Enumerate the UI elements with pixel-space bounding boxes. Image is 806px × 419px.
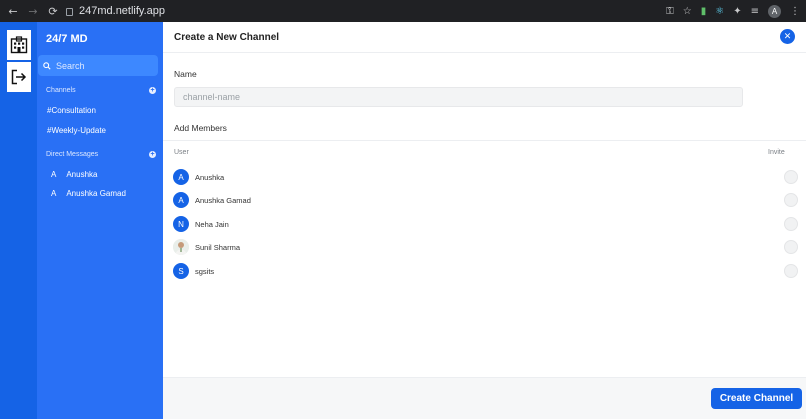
invite-toggle[interactable]: [784, 170, 798, 184]
panel-header: Create a New Channel: [163, 22, 806, 53]
person-photo-icon: [173, 239, 189, 255]
member-row-anushka: A Anushka: [173, 168, 798, 186]
dm-heading: Direct Messages: [46, 151, 99, 158]
sidebar-dm-anushka[interactable]: A Anushka: [51, 170, 97, 179]
left-rail: [0, 22, 37, 419]
back-icon[interactable]: ←: [6, 5, 20, 18]
forward-icon[interactable]: →: [26, 5, 40, 18]
member-row-neha-jain: N Neha Jain: [173, 215, 798, 233]
avatar: A: [173, 169, 189, 185]
sidebar-channel-consultation[interactable]: #Consultation: [47, 106, 96, 115]
user-name: Anushka Gamad: [195, 195, 251, 205]
add-members-label: Add Members: [174, 123, 227, 133]
create-channel-panel: Create a New Channel ✕ Name Add Members …: [163, 22, 806, 419]
user-column-header: User: [174, 149, 189, 156]
browser-actions: ⚿ ☆ ▮ ⚛ ✦ ≡ A ⋮: [666, 0, 800, 22]
channel-name-input[interactable]: [174, 87, 743, 107]
add-channel-icon[interactable]: +: [149, 87, 156, 94]
logout-button[interactable]: [7, 62, 31, 92]
name-label: Name: [174, 69, 197, 79]
add-dm-icon[interactable]: +: [149, 151, 156, 158]
browser-nav: ← → ⟳: [0, 5, 60, 18]
member-row-sgsits: S sgsits: [173, 262, 798, 280]
star-icon[interactable]: ☆: [683, 6, 692, 17]
invite-toggle[interactable]: [784, 193, 798, 207]
search-icon: [43, 61, 51, 70]
member-row-anushka-gamad: A Anushka Gamad: [173, 191, 798, 209]
sidebar: 24/7 MD Search Channels + #Consultation …: [37, 22, 163, 419]
invite-toggle[interactable]: [784, 217, 798, 231]
key-icon[interactable]: ⚿: [666, 6, 674, 17]
sidebar-channel-weekly-update[interactable]: #Weekly-Update: [47, 126, 106, 135]
avatar: S: [173, 263, 189, 279]
page-title: Create a New Channel: [174, 31, 280, 43]
lock-icon: [66, 8, 73, 16]
profile-avatar[interactable]: A: [768, 4, 781, 18]
create-channel-button[interactable]: Create Channel: [711, 388, 802, 409]
extension-icon[interactable]: ▮: [701, 6, 707, 17]
panel-footer: Create Channel: [163, 377, 806, 419]
invite-column-header: Invite: [768, 149, 785, 156]
avatar-photo: [173, 239, 189, 255]
user-name: Anushka: [195, 172, 225, 182]
dm-name: Anushka Gamad: [66, 189, 126, 198]
search-box[interactable]: Search: [38, 55, 158, 76]
close-icon: ✕: [783, 31, 792, 42]
dm-initial: A: [51, 189, 57, 198]
invite-toggle[interactable]: [784, 264, 798, 278]
avatar: N: [173, 216, 189, 232]
address-bar[interactable]: 247md.netlify.app: [66, 5, 165, 17]
avatar: A: [173, 192, 189, 208]
channels-heading: Channels: [46, 87, 76, 94]
menu-kebab-icon[interactable]: ⋮: [790, 6, 800, 17]
app-brand: 24/7 MD: [46, 33, 88, 45]
react-devtools-icon[interactable]: ⚛: [715, 6, 724, 17]
dm-initial: A: [51, 170, 57, 179]
dm-section-header: Direct Messages +: [46, 151, 156, 158]
channels-section-header: Channels +: [46, 87, 156, 94]
sidebar-dm-anushka-gamad[interactable]: A Anushka Gamad: [51, 189, 126, 198]
divider: [163, 140, 806, 141]
user-name: Neha Jain: [195, 219, 229, 229]
member-row-sunil-sharma: Sunil Sharma: [173, 238, 798, 256]
hospital-button[interactable]: [7, 30, 31, 60]
close-button[interactable]: ✕: [780, 29, 795, 44]
url-text: 247md.netlify.app: [79, 5, 166, 17]
logout-icon: [11, 69, 27, 85]
dm-name: Anushka: [66, 170, 98, 179]
browser-toolbar: ← → ⟳ 247md.netlify.app ⚿ ☆ ▮ ⚛ ✦ ≡ A ⋮: [0, 0, 806, 22]
user-name: sgsits: [195, 266, 215, 276]
reload-icon[interactable]: ⟳: [46, 5, 60, 18]
user-name: Sunil Sharma: [195, 242, 241, 252]
invite-toggle[interactable]: [784, 240, 798, 254]
media-icon[interactable]: ≡: [751, 6, 759, 17]
search-label: Search: [56, 60, 85, 71]
hospital-icon: [10, 36, 28, 54]
puzzle-icon[interactable]: ✦: [733, 6, 741, 17]
